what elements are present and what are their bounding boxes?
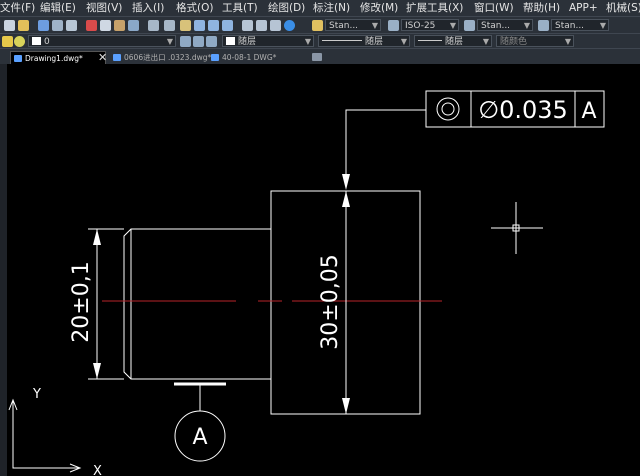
multileader-style-value: Stan... xyxy=(555,21,585,31)
tab-label: Drawing1.dwg* xyxy=(25,54,83,63)
table-style-icon xyxy=(464,20,475,31)
layer-previous-icon[interactable] xyxy=(193,36,204,47)
datum-letter: A xyxy=(192,425,207,450)
open-file-icon[interactable] xyxy=(18,20,29,31)
linetype-preview xyxy=(322,40,362,41)
layer-value: 0 xyxy=(44,37,50,47)
menu-tools[interactable]: 工具(T) xyxy=(222,0,258,16)
zoom-previous-icon[interactable] xyxy=(222,20,233,31)
plot-style-select[interactable]: 随颜色 ▼ xyxy=(496,35,574,47)
text-style-icon xyxy=(312,20,323,31)
chevron-down-icon: ▼ xyxy=(482,37,489,46)
menu-draw[interactable]: 绘图(D) xyxy=(268,0,305,16)
layers-properties-toolbar: 0 ▼ 随层 ▼ 随层 ▼ 随层 ▼ 随颜色 ▼ xyxy=(0,33,640,49)
make-current-layer-icon[interactable] xyxy=(180,36,191,47)
layer-manager-icon[interactable] xyxy=(2,36,13,47)
save-icon[interactable] xyxy=(38,20,49,31)
standard-toolbar: Stan... ▼ ISO-25 ▼ Stan... ▼ Stan... ▼ xyxy=(0,16,640,34)
dim-text-30: 30±0,05 xyxy=(318,254,343,349)
lightbulb-icon xyxy=(14,36,25,47)
lineweight-preview xyxy=(418,40,442,41)
tab-40-08-1[interactable]: 40-08-1 DWG* xyxy=(208,51,300,64)
drawing-canvas[interactable]: ∅0.035 A 20±0,1 30±0,05 A Y X xyxy=(7,64,640,476)
dim-style-value: ISO-25 xyxy=(405,21,436,31)
multileader-style-select[interactable]: Stan... ▼ xyxy=(551,19,609,31)
fcf-tolerance: ∅0.035 xyxy=(478,96,568,124)
chevron-down-icon: ▼ xyxy=(371,21,378,30)
tab-0606[interactable]: 0606进出口 .0323.dwg* xyxy=(110,51,211,64)
color-select[interactable]: 随层 ▼ xyxy=(222,35,314,47)
chevron-down-icon: ▼ xyxy=(599,21,606,30)
linetype-value: 随层 xyxy=(365,37,384,47)
menu-app[interactable]: APP+ xyxy=(569,0,598,16)
menu-mechanical[interactable]: 机械(S) xyxy=(606,0,640,16)
menu-insert[interactable]: 插入(I) xyxy=(132,0,164,16)
layer-select[interactable]: 0 ▼ xyxy=(28,35,176,47)
menu-bar: 文件(F) 编辑(E) 视图(V) 插入(I) 格式(O) 工具(T) 绘图(D… xyxy=(0,0,640,16)
preview-icon[interactable] xyxy=(66,20,77,31)
dwg-file-icon xyxy=(113,54,121,61)
tool-palette-icon[interactable] xyxy=(270,20,281,31)
dim-style-icon xyxy=(388,20,399,31)
menu-modify[interactable]: 修改(M) xyxy=(360,0,398,16)
pan-icon[interactable] xyxy=(180,20,191,31)
multileader-style-icon xyxy=(538,20,549,31)
dwg-file-icon xyxy=(211,54,219,61)
ucs-x-label: X xyxy=(93,464,102,476)
design-center-icon[interactable] xyxy=(256,20,267,31)
undo-icon[interactable] xyxy=(148,20,159,31)
lineweight-value: 随层 xyxy=(445,37,464,47)
menu-window[interactable]: 窗口(W) xyxy=(474,0,514,16)
color-value: 随层 xyxy=(238,37,257,47)
chevron-down-icon: ▼ xyxy=(304,37,311,46)
new-file-icon[interactable] xyxy=(4,20,15,31)
properties-icon[interactable] xyxy=(242,20,253,31)
paste-icon[interactable] xyxy=(114,20,125,31)
zoom-window-icon[interactable] xyxy=(208,20,219,31)
layer-color-swatch xyxy=(32,37,41,45)
ucs-y-label: Y xyxy=(32,387,41,402)
text-style-value: Stan... xyxy=(329,21,359,31)
layer-state-icon[interactable] xyxy=(206,36,217,47)
linetype-select[interactable]: 随层 ▼ xyxy=(318,35,410,47)
lineweight-select[interactable]: 随层 ▼ xyxy=(414,35,492,47)
close-tab-icon[interactable]: ✕ xyxy=(98,51,107,64)
plot-style-value: 随颜色 xyxy=(500,37,528,47)
menu-dimension[interactable]: 标注(N) xyxy=(313,0,350,16)
dim-text-20: 20±0,1 xyxy=(69,261,94,342)
tab-drawing1[interactable]: Drawing1.dwg* xyxy=(10,51,106,64)
menu-file[interactable]: 文件(F) xyxy=(0,0,35,16)
menu-ext-tools[interactable]: 扩展工具(X) xyxy=(406,0,463,16)
menu-format[interactable]: 格式(O) xyxy=(176,0,213,16)
table-style-value: Stan... xyxy=(481,21,511,31)
help-icon[interactable] xyxy=(284,20,295,31)
menu-view[interactable]: 视图(V) xyxy=(86,0,122,16)
new-tab-icon[interactable] xyxy=(312,53,322,61)
chevron-down-icon: ▼ xyxy=(449,21,456,30)
document-tabs: Drawing1.dwg* ✕ 0606进出口 .0323.dwg* 40-08… xyxy=(0,48,640,65)
cut-icon[interactable] xyxy=(86,20,97,31)
fcf-datum: A xyxy=(581,99,596,124)
print-icon[interactable] xyxy=(52,20,63,31)
color-swatch xyxy=(226,37,235,45)
match-prop-icon[interactable] xyxy=(128,20,139,31)
menu-edit[interactable]: 编辑(E) xyxy=(40,0,76,16)
text-style-select[interactable]: Stan... ▼ xyxy=(325,19,381,31)
chevron-down-icon: ▼ xyxy=(523,21,530,30)
zoom-realtime-icon[interactable] xyxy=(194,20,205,31)
menu-help[interactable]: 帮助(H) xyxy=(523,0,560,16)
table-style-select[interactable]: Stan... ▼ xyxy=(477,19,533,31)
dwg-file-icon xyxy=(14,55,22,62)
copy-icon[interactable] xyxy=(100,20,111,31)
redo-icon[interactable] xyxy=(164,20,175,31)
chevron-down-icon: ▼ xyxy=(166,37,173,46)
dim-style-select[interactable]: ISO-25 ▼ xyxy=(401,19,459,31)
tab-label: 40-08-1 DWG* xyxy=(222,53,277,62)
left-dock-strip xyxy=(0,64,7,476)
tab-label: 0606进出口 .0323.dwg* xyxy=(124,53,212,62)
chevron-down-icon: ▼ xyxy=(564,37,571,46)
chevron-down-icon: ▼ xyxy=(400,37,407,46)
